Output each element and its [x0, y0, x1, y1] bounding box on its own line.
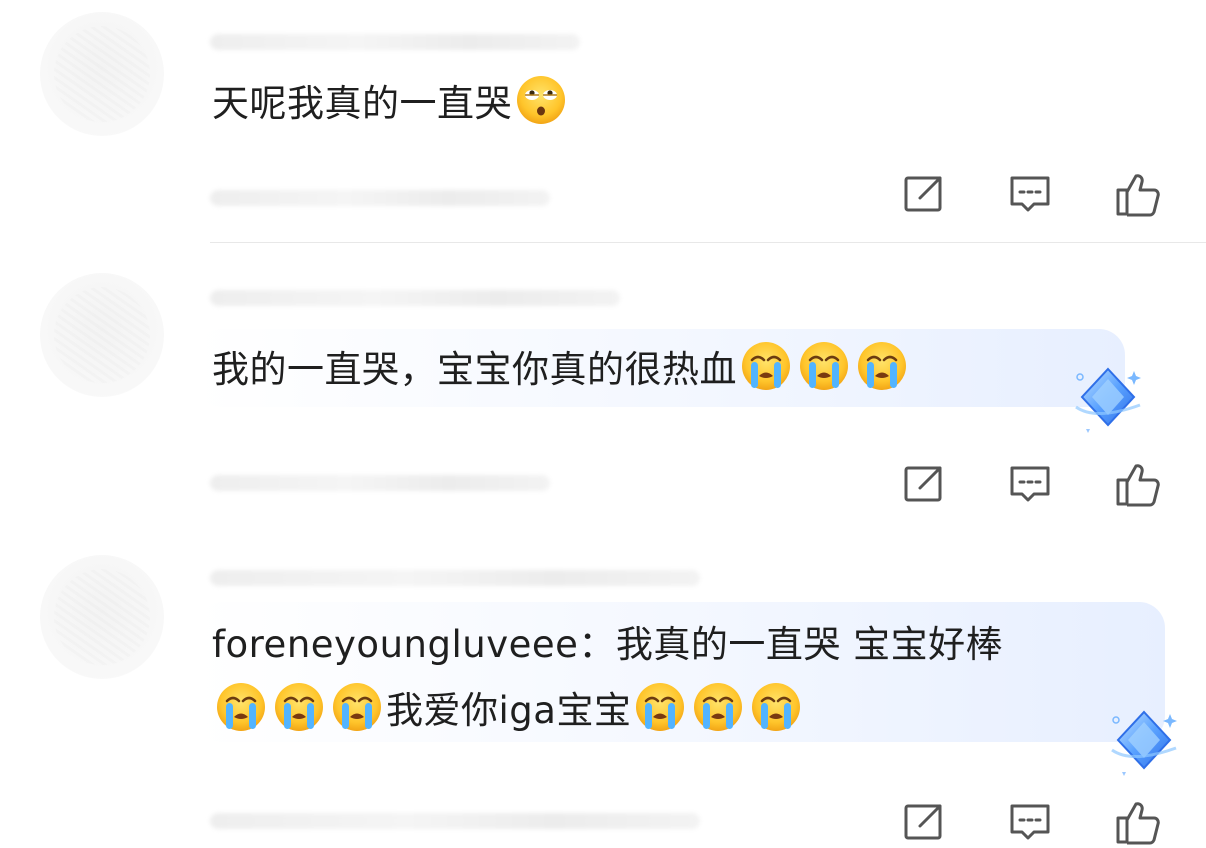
- share-icon[interactable]: [902, 800, 946, 844]
- like-icon[interactable]: [1114, 798, 1162, 846]
- comment-actions: [902, 170, 1162, 218]
- comment-body: 我的一直哭，宝宝你真的很热血: [212, 348, 737, 391]
- crying-emoji: [856, 340, 908, 392]
- crying-emoji: [634, 681, 686, 733]
- comment-actions: [902, 460, 1162, 508]
- comment-icon[interactable]: [1008, 800, 1052, 844]
- crying-emoji: [750, 681, 802, 733]
- comment-text: 天呢我真的一直哭: [212, 74, 570, 134]
- share-icon[interactable]: [902, 462, 946, 506]
- comment-body: 我爱你iga宝宝: [386, 689, 632, 732]
- comment-text: 我的一直哭，宝宝你真的很热血: [212, 340, 911, 400]
- username[interactable]: [210, 34, 580, 50]
- crying-emoji: [273, 681, 325, 733]
- comment-body: foreneyoungluveee：我真的一直哭 宝宝好棒: [212, 623, 1004, 666]
- comment-item: 我的一直哭，宝宝你真的很热血: [0, 245, 1206, 535]
- crying-emoji: [215, 681, 267, 733]
- comment-icon[interactable]: [1008, 172, 1052, 216]
- eye-roll-emoji: [515, 74, 567, 126]
- comment-meta: [210, 813, 700, 829]
- crying-emoji: [692, 681, 744, 733]
- crying-emoji: [798, 340, 850, 392]
- comment-item: foreneyoungluveee：我真的一直哭 宝宝好棒 我爱你iga宝宝: [0, 535, 1206, 848]
- share-icon[interactable]: [902, 172, 946, 216]
- avatar[interactable]: [40, 555, 164, 679]
- comment-text-line1: foreneyoungluveee：我真的一直哭 宝宝好棒: [212, 615, 1003, 675]
- username[interactable]: [210, 290, 620, 306]
- avatar[interactable]: [40, 12, 164, 136]
- comment-text-line2: 我爱你iga宝宝: [212, 681, 805, 741]
- comment-meta: [210, 475, 550, 491]
- comment-actions: [902, 798, 1162, 846]
- divider: [210, 242, 1206, 243]
- comment-body: 天呢我真的一直哭: [212, 82, 512, 125]
- like-icon[interactable]: [1114, 460, 1162, 508]
- comment-meta: [210, 190, 550, 206]
- comment-item: 天呢我真的一直哭: [0, 0, 1206, 245]
- username[interactable]: [210, 570, 700, 586]
- crying-emoji: [331, 681, 383, 733]
- comment-icon[interactable]: [1008, 462, 1052, 506]
- avatar[interactable]: [40, 273, 164, 397]
- crying-emoji: [740, 340, 792, 392]
- like-icon[interactable]: [1114, 170, 1162, 218]
- diamond-badge-icon: [1104, 700, 1184, 780]
- diamond-badge-icon: [1068, 357, 1148, 437]
